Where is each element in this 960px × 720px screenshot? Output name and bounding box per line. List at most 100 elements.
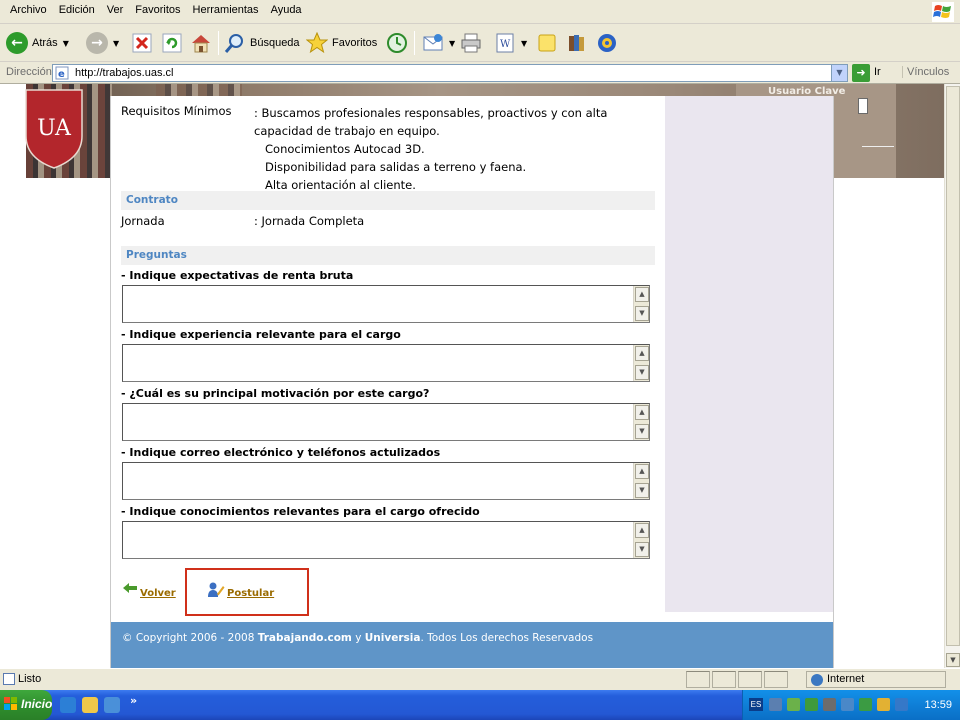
- scroll-down-icon[interactable]: ▼: [946, 653, 960, 667]
- back-arrow-icon[interactable]: [123, 583, 137, 593]
- forward-dropdown-icon[interactable]: ▼: [113, 39, 119, 48]
- favorites-label: Favoritos: [332, 37, 378, 49]
- language-indicator[interactable]: ES: [749, 698, 763, 711]
- mail-button[interactable]: ▼: [422, 30, 455, 56]
- back-dropdown-icon[interactable]: ▼: [63, 39, 69, 48]
- tray-app-icon[interactable]: [877, 698, 890, 711]
- folder-quicklaunch-icon[interactable]: [82, 697, 98, 713]
- windows-messenger-button[interactable]: [596, 30, 618, 56]
- scroll-down-icon[interactable]: ▼: [635, 365, 649, 380]
- ie-page-icon: e: [55, 66, 69, 80]
- history-clock-icon: [387, 33, 407, 53]
- start-button[interactable]: Inicio: [0, 690, 52, 720]
- question-label: - Indique conocimientos relevantes para …: [121, 505, 480, 518]
- scrollbar-thumb[interactable]: [946, 86, 960, 646]
- menu-edicion[interactable]: Edición: [53, 4, 101, 16]
- address-input[interactable]: e http://trabajos.uas.cl ▼: [52, 64, 848, 82]
- forward-arrow-icon: →: [86, 32, 108, 54]
- research-button[interactable]: [566, 30, 588, 56]
- tray-app-icon[interactable]: [787, 698, 800, 711]
- history-button[interactable]: [386, 30, 408, 56]
- answer-textarea-motivation[interactable]: ▲ ▼: [122, 403, 650, 441]
- contract-section-header: Contrato: [121, 191, 655, 210]
- tray-app-icon[interactable]: [805, 698, 818, 711]
- go-button[interactable]: Ir: [874, 66, 881, 78]
- zone-label: Internet: [827, 673, 865, 685]
- home-icon: [192, 35, 210, 53]
- menu-archivo[interactable]: Archivo: [4, 4, 53, 16]
- printer-icon: [461, 33, 481, 53]
- network-icon[interactable]: [769, 698, 782, 711]
- status-cell: [686, 671, 710, 688]
- scroll-down-icon[interactable]: ▼: [635, 542, 649, 557]
- scroll-up-icon[interactable]: ▲: [635, 346, 649, 361]
- scroll-down-icon[interactable]: ▼: [635, 306, 649, 321]
- menu-herramientas[interactable]: Herramientas: [187, 4, 265, 16]
- textarea-scrollbar[interactable]: ▲ ▼: [633, 404, 649, 440]
- forward-button[interactable]: → ▼: [86, 30, 119, 56]
- page-scrollbar[interactable]: ▼: [944, 84, 960, 668]
- toolbar-separator: [414, 31, 415, 55]
- tray-app-icon[interactable]: [841, 698, 854, 711]
- system-tray: ES 13:59: [742, 690, 960, 720]
- back-button[interactable]: ← Atrás ▼: [6, 30, 69, 56]
- messenger-button[interactable]: [536, 30, 558, 56]
- scroll-down-icon[interactable]: ▼: [635, 483, 649, 498]
- scroll-down-icon[interactable]: ▼: [635, 424, 649, 439]
- stop-button[interactable]: [132, 30, 152, 56]
- go-arrow-icon[interactable]: ➜: [852, 64, 870, 82]
- menu-ayuda[interactable]: Ayuda: [265, 4, 308, 16]
- search-button[interactable]: Búsqueda: [224, 30, 300, 56]
- address-url: http://trabajos.uas.cl: [75, 67, 174, 79]
- quicklaunch-chevron-icon[interactable]: »: [130, 694, 137, 707]
- links-toolbar[interactable]: Vínculos: [902, 66, 949, 78]
- brand-universia: Universia: [364, 632, 421, 644]
- tray-app-icon[interactable]: [823, 698, 836, 711]
- mail-dropdown-icon[interactable]: ▼: [449, 39, 455, 48]
- scroll-up-icon[interactable]: ▲: [635, 287, 649, 302]
- back-label: Atrás: [32, 37, 58, 49]
- tray-app-icon[interactable]: [895, 698, 908, 711]
- brand-trabajando: Trabajando.com: [257, 632, 352, 644]
- edit-button[interactable]: W ▼: [494, 30, 527, 56]
- menu-ver[interactable]: Ver: [101, 4, 130, 16]
- login-divider: [862, 146, 894, 147]
- svg-text:W: W: [500, 39, 511, 50]
- security-zone: Internet: [806, 671, 946, 688]
- answer-textarea-experience[interactable]: ▲ ▼: [122, 344, 650, 382]
- edit-dropdown-icon[interactable]: ▼: [521, 39, 527, 48]
- question-label: - ¿Cuál es su principal motivación por e…: [121, 387, 430, 400]
- textarea-scrollbar[interactable]: ▲ ▼: [633, 463, 649, 499]
- answer-textarea-contact[interactable]: ▲ ▼: [122, 462, 650, 500]
- jornada-label: Jornada: [121, 214, 165, 228]
- answer-textarea-knowledge[interactable]: ▲ ▼: [122, 521, 650, 559]
- favorites-button[interactable]: Favoritos: [306, 30, 377, 56]
- media-quicklaunch-icon[interactable]: [104, 697, 120, 713]
- requirement-item: Disponibilidad para salidas a terreno y …: [265, 160, 527, 174]
- highlight-box: [185, 568, 309, 616]
- scroll-up-icon[interactable]: ▲: [635, 405, 649, 420]
- menu-favoritos[interactable]: Favoritos: [129, 4, 186, 16]
- scroll-up-icon[interactable]: ▲: [635, 523, 649, 538]
- ie-quicklaunch-icon[interactable]: [60, 697, 76, 713]
- volver-link[interactable]: Volver: [140, 588, 176, 599]
- refresh-button[interactable]: [162, 30, 182, 56]
- address-dropdown-icon[interactable]: ▼: [831, 65, 847, 81]
- textarea-scrollbar[interactable]: ▲ ▼: [633, 522, 649, 558]
- books-icon: [569, 35, 584, 51]
- clock[interactable]: 13:59: [924, 699, 952, 711]
- stop-icon: [132, 33, 152, 53]
- scroll-up-icon[interactable]: ▲: [635, 464, 649, 479]
- tray-app-icon[interactable]: [859, 698, 872, 711]
- note-icon: [538, 34, 556, 52]
- textarea-scrollbar[interactable]: ▲ ▼: [633, 286, 649, 322]
- status-cell: [712, 671, 736, 688]
- jornada-value: : Jornada Completa: [254, 214, 365, 228]
- home-button[interactable]: [190, 30, 212, 56]
- password-field[interactable]: [858, 98, 868, 114]
- answer-textarea-salary[interactable]: ▲ ▼: [122, 285, 650, 323]
- requirements-value: : Buscamos profesionales responsables, p…: [254, 104, 659, 194]
- address-label: Dirección: [6, 66, 52, 78]
- textarea-scrollbar[interactable]: ▲ ▼: [633, 345, 649, 381]
- print-button[interactable]: [460, 30, 482, 56]
